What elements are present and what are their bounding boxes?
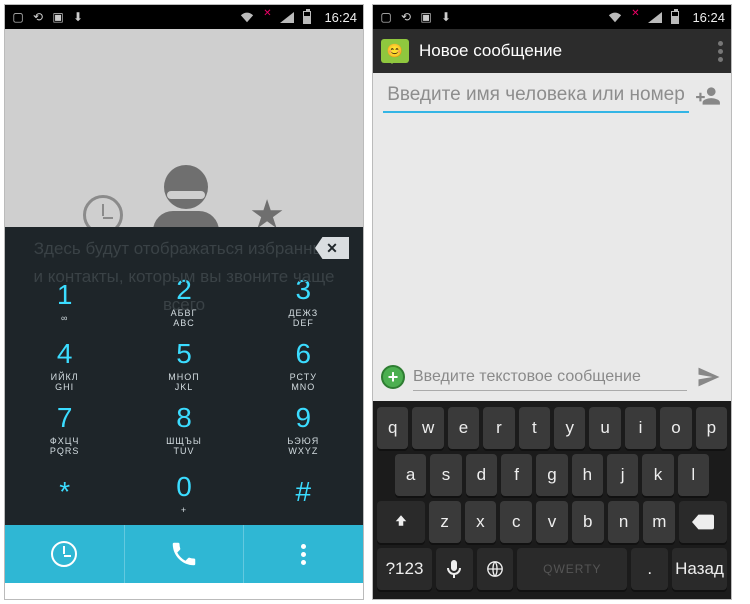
overflow-button[interactable] xyxy=(244,525,363,583)
symbols-key[interactable]: ?123 xyxy=(377,548,432,590)
dial-key-0[interactable]: 0+ xyxy=(124,461,243,525)
soft-keyboard: qwertyuiop asdfghjkl zxcvbnm ?123 QWERTY.… xyxy=(373,401,731,599)
download-icon: ⬇ xyxy=(439,10,453,24)
dialer-favorites-area: ★ xyxy=(5,29,363,227)
key-w[interactable]: w xyxy=(412,407,443,449)
dial-key-4[interactable]: 4ИЙКЛ GHI xyxy=(5,333,124,397)
key-m[interactable]: m xyxy=(643,501,675,543)
phone-messaging: ▢ ⟲ ▣ ⬇ ✕ 16:24 😊 Новое сообщение В xyxy=(372,4,732,600)
message-input[interactable]: Введите текстовое сообщение xyxy=(413,364,687,391)
contact-avatar-icon xyxy=(151,165,221,235)
key-u[interactable]: u xyxy=(589,407,620,449)
dial-key-*[interactable]: * xyxy=(5,461,124,525)
phone-dialer: ▢ ⟲ ▣ ⬇ ✕ 16:24 ★ xyxy=(4,4,364,600)
overflow-icon xyxy=(301,544,306,565)
status-time: 16:24 xyxy=(324,10,357,25)
status-bar: ▢ ⟲ ▣ ⬇ ✕ 16:24 xyxy=(373,5,731,29)
attach-button[interactable]: + xyxy=(381,365,405,389)
space-key[interactable]: QWERTY xyxy=(517,548,627,590)
dial-key-3[interactable]: 3ДЕЖЗ DEF xyxy=(244,269,363,333)
phone-icon xyxy=(169,539,199,569)
signal-icon xyxy=(648,10,662,24)
call-button[interactable] xyxy=(125,525,244,583)
message-thread-area xyxy=(373,113,731,353)
dial-key-5[interactable]: 5МНОП JKL xyxy=(124,333,243,397)
wifi-icon xyxy=(608,10,622,24)
dial-key-8[interactable]: 8ШЩЪЫ TUV xyxy=(124,397,243,461)
compose-row: + Введите текстовое сообщение xyxy=(373,353,731,401)
backspace-key[interactable] xyxy=(679,501,727,543)
key-n[interactable]: n xyxy=(608,501,640,543)
key-t[interactable]: t xyxy=(519,407,550,449)
status-time: 16:24 xyxy=(692,10,725,25)
dial-key-2[interactable]: 2АБВГ ABC xyxy=(124,269,243,333)
no-sim-icon: ✕ xyxy=(260,6,274,20)
dial-keypad: 1∞2АБВГ ABC3ДЕЖЗ DEF 4ИЙКЛ GHI5МНОП JKL6Р… xyxy=(5,269,363,525)
dialer-bottom-bar xyxy=(5,525,363,583)
dial-key-1[interactable]: 1∞ xyxy=(5,269,124,333)
key-p[interactable]: p xyxy=(696,407,727,449)
add-contact-icon[interactable] xyxy=(695,83,721,109)
key-y[interactable]: y xyxy=(554,407,585,449)
gallery-icon: ▢ xyxy=(11,10,25,24)
battery-icon xyxy=(300,10,314,24)
key-i[interactable]: i xyxy=(625,407,656,449)
signal-icon xyxy=(280,10,294,24)
key-c[interactable]: c xyxy=(500,501,532,543)
clock-icon xyxy=(51,541,77,567)
status-bar: ▢ ⟲ ▣ ⬇ ✕ 16:24 xyxy=(5,5,363,29)
battery-icon xyxy=(668,10,682,24)
key-d[interactable]: d xyxy=(466,454,497,496)
back-key[interactable]: Назад xyxy=(672,548,727,590)
dial-key-7[interactable]: 7ФХЦЧ PQRS xyxy=(5,397,124,461)
key-b[interactable]: b xyxy=(572,501,604,543)
messaging-title: Новое сообщение xyxy=(419,41,708,61)
key-z[interactable]: z xyxy=(429,501,461,543)
briefcase-icon: ▣ xyxy=(51,10,65,24)
key-s[interactable]: s xyxy=(430,454,461,496)
link-icon: ⟲ xyxy=(399,10,413,24)
dial-key-6[interactable]: 6РСТУ MNO xyxy=(244,333,363,397)
link-icon: ⟲ xyxy=(31,10,45,24)
download-icon: ⬇ xyxy=(71,10,85,24)
key-x[interactable]: x xyxy=(465,501,497,543)
messaging-app-icon: 😊 xyxy=(381,39,409,63)
key-l[interactable]: l xyxy=(678,454,709,496)
key-v[interactable]: v xyxy=(536,501,568,543)
recipient-input[interactable]: Введите имя человека или номер xyxy=(383,83,689,113)
no-sim-icon: ✕ xyxy=(628,6,642,20)
key-r[interactable]: r xyxy=(483,407,514,449)
gallery-icon: ▢ xyxy=(379,10,393,24)
history-button[interactable] xyxy=(5,525,124,583)
dial-key-#[interactable]: # xyxy=(244,461,363,525)
backspace-button[interactable]: ✕ xyxy=(315,237,349,259)
key-q[interactable]: q xyxy=(377,407,408,449)
messaging-header: 😊 Новое сообщение xyxy=(373,29,731,73)
key-h[interactable]: h xyxy=(572,454,603,496)
send-button[interactable] xyxy=(695,363,723,391)
period-key[interactable]: . xyxy=(631,548,668,590)
key-e[interactable]: e xyxy=(448,407,479,449)
shift-key[interactable] xyxy=(377,501,425,543)
briefcase-icon: ▣ xyxy=(419,10,433,24)
dialer-panel: Здесь будут отображаться избранные и кон… xyxy=(5,227,363,525)
key-k[interactable]: k xyxy=(642,454,673,496)
dial-key-9[interactable]: 9ЬЭЮЯ WXYZ xyxy=(244,397,363,461)
key-g[interactable]: g xyxy=(536,454,567,496)
language-key[interactable] xyxy=(477,548,514,590)
key-a[interactable]: a xyxy=(395,454,426,496)
key-f[interactable]: f xyxy=(501,454,532,496)
wifi-icon xyxy=(240,10,254,24)
overflow-button[interactable] xyxy=(718,41,723,62)
key-j[interactable]: j xyxy=(607,454,638,496)
mic-key[interactable] xyxy=(436,548,473,590)
key-o[interactable]: o xyxy=(660,407,691,449)
